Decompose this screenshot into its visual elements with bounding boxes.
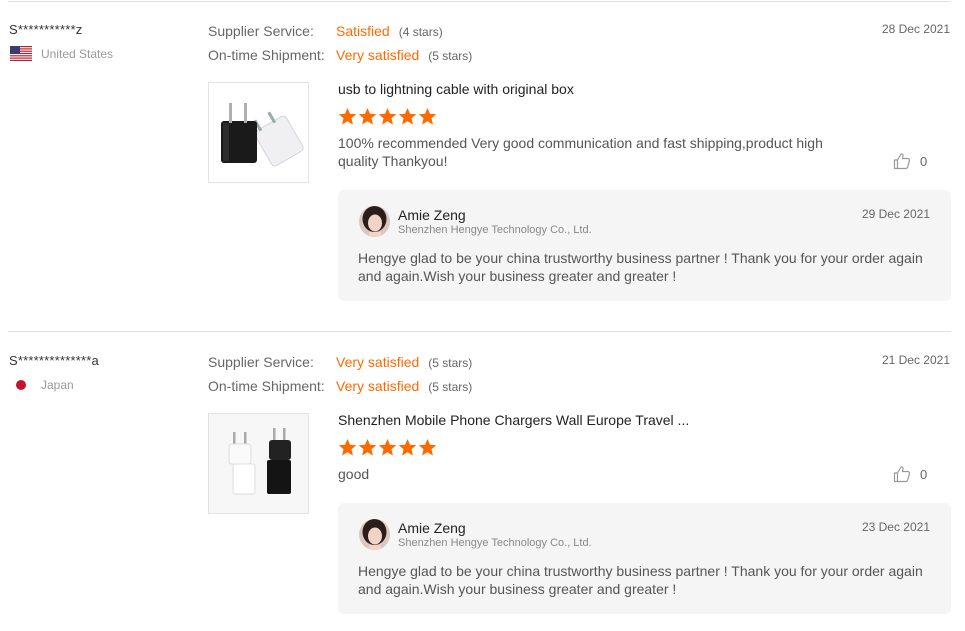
star-icon bbox=[398, 438, 417, 456]
country-label: Japan bbox=[41, 377, 74, 392]
like-button[interactable]: 0 bbox=[893, 465, 927, 483]
japan-flag-icon bbox=[10, 377, 32, 392]
supplier-service-label: Supplier Service: bbox=[208, 354, 314, 370]
shipment-label: On-time Shipment: bbox=[208, 47, 325, 63]
reply-date: 23 Dec 2021 bbox=[861, 520, 930, 534]
star-icon bbox=[378, 438, 397, 456]
star-icon bbox=[358, 438, 377, 456]
reviewer-country: Japan bbox=[10, 377, 74, 392]
review-text: good bbox=[338, 466, 370, 482]
country-label: United States bbox=[41, 46, 114, 61]
star-icon bbox=[418, 438, 437, 456]
star-icon bbox=[358, 107, 377, 125]
review-date: 21 Dec 2021 bbox=[881, 353, 950, 367]
rating-stars bbox=[338, 438, 437, 457]
reply-author-name: Amie Zeng bbox=[398, 520, 466, 536]
shipment-stars: (5 stars) bbox=[428, 380, 473, 394]
us-flag-icon bbox=[10, 46, 32, 61]
charger-image bbox=[209, 83, 308, 182]
shipment-rating: On-time Shipment: Very satisfied (5 star… bbox=[208, 378, 472, 394]
product-title[interactable]: usb to lightning cable with original box bbox=[338, 81, 574, 97]
reply-author-name: Amie Zeng bbox=[398, 207, 466, 223]
supplier-reply: Amie Zeng Shenzhen Hengye Technology Co.… bbox=[338, 190, 951, 301]
star-icon bbox=[398, 107, 417, 125]
product-thumbnail[interactable] bbox=[208, 82, 309, 183]
avatar bbox=[359, 519, 390, 550]
supplier-service-value: Satisfied bbox=[336, 23, 390, 39]
rating-stars bbox=[338, 107, 437, 126]
reply-date: 29 Dec 2021 bbox=[861, 207, 930, 221]
supplier-service-rating: Supplier Service: Very satisfied (5 star… bbox=[208, 354, 472, 370]
shipment-stars: (5 stars) bbox=[428, 49, 473, 63]
review-divider bbox=[8, 331, 951, 332]
charger-image bbox=[209, 414, 308, 513]
like-count: 0 bbox=[920, 466, 928, 482]
review-date: 28 Dec 2021 bbox=[881, 22, 950, 36]
star-icon bbox=[338, 107, 357, 125]
supplier-reply: Amie Zeng Shenzhen Hengye Technology Co.… bbox=[338, 503, 951, 614]
shipment-label: On-time Shipment: bbox=[208, 378, 325, 394]
star-icon bbox=[378, 107, 397, 125]
shipment-rating: On-time Shipment: Very satisfied (5 star… bbox=[208, 47, 472, 63]
supplier-service-stars: (5 stars) bbox=[428, 356, 473, 370]
star-icon bbox=[338, 438, 357, 456]
top-divider bbox=[8, 1, 951, 2]
reviewer-name: S***********z bbox=[9, 22, 83, 37]
thumbs-up-icon bbox=[893, 466, 911, 483]
like-button[interactable]: 0 bbox=[893, 152, 927, 170]
reply-text: Hengye glad to be your china trustworthy… bbox=[358, 563, 923, 597]
star-icon bbox=[418, 107, 437, 125]
avatar bbox=[359, 206, 390, 237]
supplier-service-label: Supplier Service: bbox=[208, 23, 314, 39]
shipment-value: Very satisfied bbox=[336, 47, 420, 63]
reply-company: Shenzhen Hengye Technology Co., Ltd. bbox=[398, 224, 592, 236]
reply-text: Hengye glad to be your china trustworthy… bbox=[358, 250, 923, 284]
product-thumbnail[interactable] bbox=[208, 413, 309, 514]
product-title[interactable]: Shenzhen Mobile Phone Chargers Wall Euro… bbox=[338, 412, 689, 428]
supplier-service-rating: Supplier Service: Satisfied (4 stars) bbox=[208, 23, 443, 39]
thumbs-up-icon bbox=[893, 153, 911, 170]
shipment-value: Very satisfied bbox=[336, 378, 420, 394]
reviewer-name: S**************a bbox=[9, 353, 99, 368]
review-text: 100% recommended Very good communication… bbox=[338, 135, 823, 169]
reply-company: Shenzhen Hengye Technology Co., Ltd. bbox=[398, 537, 592, 549]
reviewer-country: United States bbox=[10, 46, 113, 61]
like-count: 0 bbox=[920, 153, 928, 169]
supplier-service-value: Very satisfied bbox=[336, 354, 420, 370]
supplier-service-stars: (4 stars) bbox=[398, 25, 443, 39]
